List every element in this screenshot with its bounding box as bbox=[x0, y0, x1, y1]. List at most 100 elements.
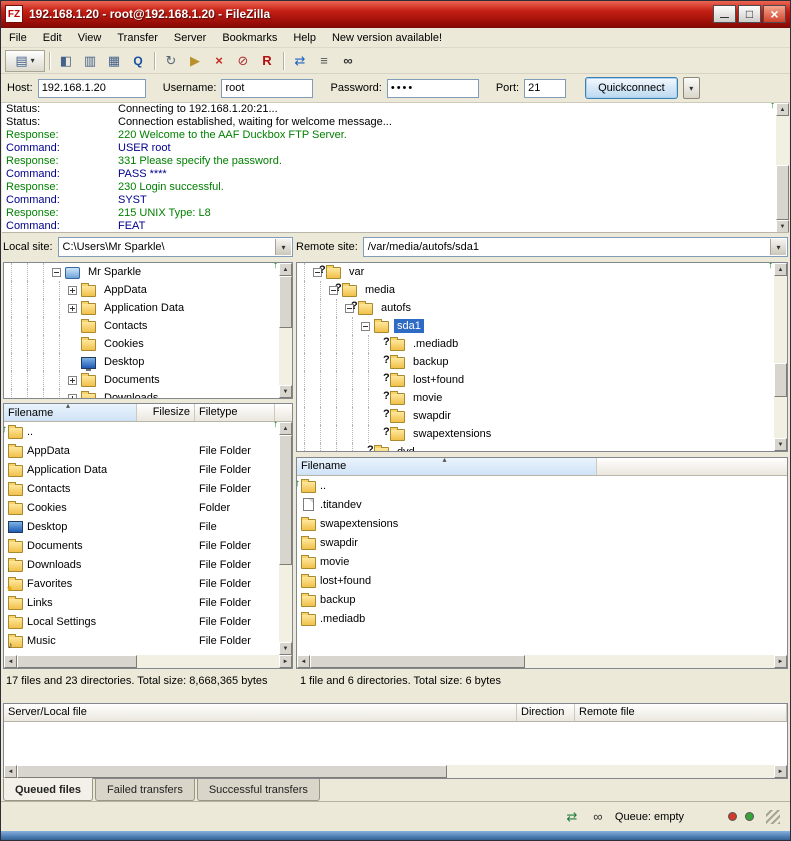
close-button[interactable] bbox=[763, 5, 786, 23]
tree-item[interactable]: var bbox=[297, 263, 787, 281]
password-input[interactable] bbox=[387, 79, 479, 98]
tree-item[interactable]: swapdir bbox=[297, 407, 787, 425]
expand-icon[interactable] bbox=[68, 394, 77, 400]
directory-comparison-indicator-icon[interactable] bbox=[563, 809, 581, 825]
scroll-down-button[interactable] bbox=[279, 385, 292, 398]
file-row[interactable]: lost+found bbox=[297, 571, 787, 590]
disconnect-button[interactable]: ⊘ bbox=[231, 50, 255, 72]
maximize-button[interactable] bbox=[738, 5, 761, 23]
file-row[interactable]: backup bbox=[297, 590, 787, 609]
tree-item[interactable]: Cookies bbox=[4, 335, 292, 353]
local-site-combo[interactable]: C:\Users\Mr Sparkle\ ▾ bbox=[58, 237, 293, 257]
scroll-thumb[interactable] bbox=[17, 765, 447, 778]
tree-item[interactable]: movie bbox=[297, 389, 787, 407]
tree-item[interactable]: Contacts bbox=[4, 317, 292, 335]
toggle-remote-tree-button[interactable]: ▦ bbox=[102, 50, 126, 72]
scroll-down-button[interactable] bbox=[776, 220, 789, 233]
file-row[interactable]: FavoritesFile Folder bbox=[4, 574, 292, 593]
scroll-right-button[interactable] bbox=[279, 655, 292, 668]
local-tree-scrollbar[interactable] bbox=[279, 263, 292, 398]
toggle-local-tree-button[interactable]: ▥ bbox=[78, 50, 102, 72]
find-files-button[interactable]: ∞ bbox=[336, 50, 360, 72]
port-input[interactable] bbox=[524, 79, 566, 98]
scroll-thumb[interactable] bbox=[776, 165, 789, 220]
column-header-filesize[interactable]: Filesize bbox=[137, 404, 195, 421]
toggle-queue-button[interactable]: Q bbox=[126, 50, 150, 72]
column-header-filetype[interactable]: Filetype bbox=[195, 404, 275, 421]
tree-item[interactable]: Downloads bbox=[4, 389, 292, 399]
column-header-filename[interactable]: Filename bbox=[297, 458, 597, 475]
file-row[interactable]: .titandev bbox=[297, 495, 787, 514]
file-row[interactable]: .mediadb bbox=[297, 609, 787, 628]
file-row[interactable]: .. bbox=[4, 422, 292, 441]
file-row[interactable]: AppDataFile Folder bbox=[4, 441, 292, 460]
tree-item[interactable]: Mr Sparkle bbox=[4, 263, 292, 281]
scroll-thumb[interactable] bbox=[17, 655, 137, 668]
tree-item[interactable]: Documents bbox=[4, 371, 292, 389]
tab-successful-transfers[interactable]: Successful transfers bbox=[197, 779, 320, 801]
remote-list-hscrollbar[interactable] bbox=[297, 655, 787, 668]
chevron-down-icon[interactable]: ▾ bbox=[275, 239, 291, 255]
menu-edit[interactable]: Edit bbox=[35, 28, 70, 48]
file-row[interactable]: LinksFile Folder bbox=[4, 593, 292, 612]
file-row[interactable]: swapextensions bbox=[297, 514, 787, 533]
log-scrollbar[interactable] bbox=[776, 103, 789, 233]
minimize-button[interactable] bbox=[713, 5, 736, 23]
tree-item[interactable]: .mediadb bbox=[297, 335, 787, 353]
file-row[interactable]: DesktopFile bbox=[4, 517, 292, 536]
file-row[interactable]: DocumentsFile Folder bbox=[4, 536, 292, 555]
file-row[interactable]: swapdir bbox=[297, 533, 787, 552]
scroll-up-button[interactable] bbox=[279, 263, 292, 276]
expand-icon[interactable] bbox=[68, 286, 77, 295]
file-row[interactable]: CookiesFolder bbox=[4, 498, 292, 517]
column-header-filename[interactable]: Filename bbox=[4, 404, 137, 421]
scroll-right-button[interactable] bbox=[774, 765, 787, 778]
menu-help[interactable]: Help bbox=[285, 28, 324, 48]
file-row[interactable]: Application DataFile Folder bbox=[4, 460, 292, 479]
reconnect-button[interactable]: R bbox=[255, 50, 279, 72]
scroll-thumb[interactable] bbox=[279, 435, 292, 565]
directory-comparison-button[interactable]: ⇄ bbox=[288, 50, 312, 72]
tree-item[interactable]: autofs bbox=[297, 299, 787, 317]
scroll-thumb[interactable] bbox=[279, 276, 292, 328]
refresh-button[interactable]: ↻ bbox=[159, 50, 183, 72]
menu-server[interactable]: Server bbox=[166, 28, 214, 48]
tree-item[interactable]: Desktop bbox=[4, 353, 292, 371]
tree-item[interactable]: media bbox=[297, 281, 787, 299]
scroll-left-button[interactable] bbox=[4, 655, 17, 668]
scroll-left-button[interactable] bbox=[4, 765, 17, 778]
expand-icon[interactable] bbox=[68, 376, 77, 385]
tree-item[interactable]: Application Data bbox=[4, 299, 292, 317]
toggle-log-button[interactable]: ◧ bbox=[54, 50, 78, 72]
scroll-right-button[interactable] bbox=[774, 655, 787, 668]
host-input[interactable] bbox=[38, 79, 146, 98]
menu-new-version[interactable]: New version available! bbox=[324, 28, 450, 48]
menu-file[interactable]: File bbox=[1, 28, 35, 48]
local-list-vscrollbar[interactable] bbox=[279, 422, 292, 655]
resize-grip[interactable] bbox=[766, 810, 780, 824]
remote-tree-scrollbar[interactable] bbox=[774, 263, 787, 451]
scroll-thumb[interactable] bbox=[774, 363, 787, 397]
scroll-down-button[interactable] bbox=[279, 642, 292, 655]
column-header-server-local-file[interactable]: Server/Local file bbox=[4, 704, 517, 721]
site-manager-button[interactable]: ▤▾ bbox=[5, 50, 45, 72]
scroll-up-button[interactable] bbox=[776, 103, 789, 116]
tree-item[interactable]: swapextensions bbox=[297, 425, 787, 443]
tab-failed-transfers[interactable]: Failed transfers bbox=[95, 779, 195, 801]
file-row[interactable]: .. bbox=[297, 476, 787, 495]
chevron-down-icon[interactable]: ▾ bbox=[770, 239, 786, 255]
quickconnect-button[interactable]: Quickconnect bbox=[585, 77, 678, 99]
username-input[interactable] bbox=[221, 79, 313, 98]
collapse-icon[interactable] bbox=[52, 268, 61, 277]
remote-site-combo[interactable]: /var/media/autofs/sda1 ▾ bbox=[363, 237, 788, 257]
menu-transfer[interactable]: Transfer bbox=[109, 28, 166, 48]
expand-icon[interactable] bbox=[68, 304, 77, 313]
quickconnect-dropdown-button[interactable]: ▾ bbox=[683, 77, 700, 99]
file-row[interactable]: movie bbox=[297, 552, 787, 571]
cancel-button[interactable]: × bbox=[207, 50, 231, 72]
tree-item[interactable]: dvd bbox=[297, 443, 787, 452]
tree-item[interactable]: backup bbox=[297, 353, 787, 371]
queue-hscrollbar[interactable] bbox=[4, 765, 787, 778]
tree-item-selected[interactable]: sda1 bbox=[297, 317, 787, 335]
file-row[interactable]: MusicFile Folder bbox=[4, 631, 292, 650]
